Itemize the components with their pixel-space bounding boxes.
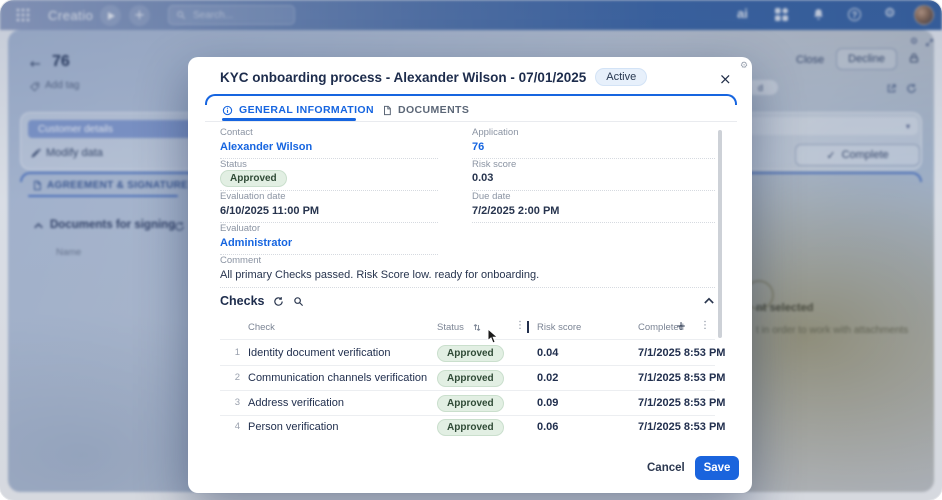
close-button[interactable]: Close: [796, 54, 824, 66]
contact-label: Contact: [220, 127, 253, 138]
back-button[interactable]: ←: [30, 57, 41, 72]
settings-gear-icon[interactable]: ⚙: [884, 6, 896, 21]
modal-settings-gear-icon[interactable]: ⚙: [740, 61, 748, 71]
row-status-badge: Approved: [437, 395, 504, 412]
document-icon: [382, 105, 392, 116]
add-record-button[interactable]: +: [129, 5, 150, 26]
workplaces-icon[interactable]: [775, 8, 788, 21]
app-menu-icon[interactable]: [16, 8, 30, 22]
evaluation-date-label: Evaluation date: [220, 191, 286, 202]
documents-for-signing-title: Documents for signing: [50, 219, 175, 231]
checks-refresh-icon[interactable]: [273, 296, 284, 307]
help-icon[interactable]: ?: [848, 8, 861, 21]
comment-value[interactable]: All primary Checks passed. Risk Score lo…: [220, 269, 539, 281]
sort-icon[interactable]: [473, 323, 481, 332]
run-process-button[interactable]: [100, 5, 121, 26]
add-check-icon[interactable]: +: [676, 319, 686, 333]
status-label: Status: [220, 159, 247, 170]
active-status-badge: Active: [595, 68, 647, 86]
checks-search-icon[interactable]: [293, 296, 304, 307]
name-column-header: Name: [56, 247, 81, 258]
app-window: Creatio + ai ? ⚙ ⚙: [0, 0, 942, 500]
check-icon: ✓: [826, 149, 835, 162]
risk-score-label: Risk score: [472, 159, 516, 170]
complete-button[interactable]: ✓Complete: [795, 144, 920, 166]
comment-label: Comment: [220, 255, 261, 266]
refresh-icon[interactable]: [906, 83, 917, 94]
page-settings-gear-icon[interactable]: ⚙: [910, 37, 918, 47]
application-label: Application: [472, 127, 518, 138]
row-status-badge: Approved: [437, 345, 504, 362]
plus-icon: +: [134, 8, 145, 23]
save-button[interactable]: Save: [695, 456, 739, 480]
modal-close-icon[interactable]: ×: [719, 70, 732, 88]
collapse-chevron-icon[interactable]: [34, 222, 43, 229]
section-refresh-icon[interactable]: [174, 221, 185, 232]
decline-button[interactable]: Decline: [836, 48, 897, 70]
empty-state-subtitle: t in order to work with attachments: [756, 325, 908, 336]
play-icon: [108, 12, 115, 20]
evaluation-date-value[interactable]: 6/10/2025 11:00 PM: [220, 205, 319, 217]
tab-documents[interactable]: DOCUMENTS: [382, 104, 469, 116]
search-input[interactable]: [191, 9, 281, 22]
tab-agreement-signature[interactable]: AGREEMENT & SIGNATURE: [47, 180, 188, 191]
due-date-label: Due date: [472, 191, 511, 202]
modal-title: KYC onboarding process - Alexander Wilso…: [220, 70, 586, 85]
application-link[interactable]: 76: [472, 141, 484, 153]
copilot-button[interactable]: ai: [737, 6, 748, 21]
kyc-modal: ⚙ × KYC onboarding process - Alexander W…: [188, 57, 752, 493]
modal-scrollbar[interactable]: [718, 130, 722, 338]
open-in-new-icon[interactable]: [886, 83, 897, 94]
global-search[interactable]: [168, 5, 295, 25]
contact-link[interactable]: Alexander Wilson: [220, 141, 312, 153]
tab-general-information[interactable]: GENERAL INFORMATION: [222, 104, 374, 116]
top-bar: Creatio + ai ? ⚙: [0, 0, 942, 30]
lock-icon: [908, 52, 920, 64]
column-menu-icon[interactable]: ⋮: [515, 320, 525, 331]
evaluator-link[interactable]: Administrator: [220, 237, 292, 249]
col-header-status[interactable]: Status: [437, 322, 464, 333]
column-drag-indicator: [527, 321, 529, 333]
row-status-badge: Approved: [437, 370, 504, 387]
expand-icon[interactable]: [925, 38, 934, 47]
pencil-icon: [30, 148, 41, 159]
col-header-check[interactable]: Check: [248, 322, 275, 333]
search-icon: [176, 10, 186, 20]
page-title: 76: [52, 53, 70, 71]
creatio-logo: Creatio: [48, 8, 93, 23]
status-approved-badge: Approved: [220, 170, 287, 187]
checks-section-title: Checks: [220, 294, 264, 308]
add-tag-button[interactable]: Add tag: [45, 80, 79, 91]
col-header-risk-score[interactable]: Risk score: [537, 322, 581, 333]
row-status-badge: Approved: [437, 419, 504, 436]
user-avatar[interactable]: [914, 5, 934, 25]
table-menu-icon[interactable]: ⋮: [700, 320, 710, 331]
modify-data-button[interactable]: Modify data: [46, 147, 103, 159]
agreement-doc-icon: [32, 180, 42, 191]
evaluator-label: Evaluator: [220, 223, 260, 234]
cancel-button[interactable]: Cancel: [647, 462, 685, 474]
empty-state-title: nt selected: [756, 302, 813, 314]
tab-underline: [28, 195, 178, 197]
stage-dropdown[interactable]: ▾: [740, 117, 918, 135]
notifications-bell-icon[interactable]: [812, 8, 825, 21]
due-date-value[interactable]: 7/2/2025 2:00 PM: [472, 205, 559, 217]
checks-collapse-chevron-icon[interactable]: [704, 297, 714, 304]
tabs-divider: [205, 121, 737, 122]
tag-icon: [30, 82, 40, 92]
risk-score-value: 0.03: [472, 172, 493, 184]
mouse-cursor: [487, 328, 499, 344]
info-icon: [222, 105, 233, 116]
